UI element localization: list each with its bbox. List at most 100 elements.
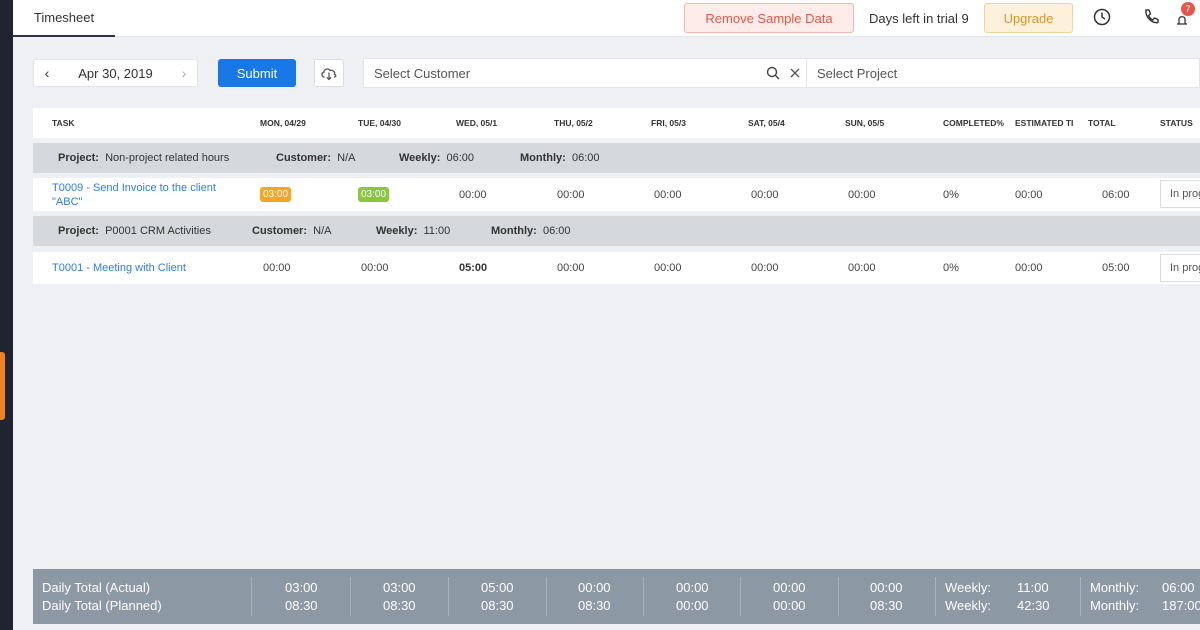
- estimated-cell: 00:00: [1015, 188, 1043, 201]
- date-navigator: ‹ Apr 30, 2019 ›: [33, 59, 198, 87]
- customer-label: Customer:: [252, 225, 308, 237]
- customer-select[interactable]: Select Customer: [363, 58, 807, 88]
- header-thu: THU, 05/2: [554, 118, 593, 128]
- sat-hours-cell[interactable]: 00:00: [751, 178, 779, 211]
- weekly-value: 11:00: [423, 225, 451, 237]
- project-group-row: Project: P0001 CRM Activities Customer: …: [33, 216, 1200, 246]
- sidebar-accent-handle[interactable]: [0, 352, 5, 420]
- cloud-download-icon: [321, 68, 337, 81]
- thu-hours-cell[interactable]: 00:00: [557, 178, 585, 211]
- left-sidebar: [0, 0, 13, 630]
- header-total: TOTAL: [1088, 118, 1116, 128]
- header-sat: SAT, 05/4: [748, 118, 785, 128]
- sun-actual-total: 00:00: [870, 579, 903, 595]
- mon-actual-total: 03:00: [285, 579, 318, 595]
- weekly-planned-label: Weekly:: [945, 597, 991, 613]
- top-bar: Timesheet Remove Sample Data Days left i…: [13, 0, 1200, 37]
- header-wed: WED, 05/1: [456, 118, 498, 128]
- monthly-value: 06:00: [542, 225, 571, 237]
- monthly-actual-total: 06:00: [1162, 579, 1195, 595]
- customer-label: Customer:: [276, 152, 332, 164]
- total-cell: 05:00: [1102, 262, 1130, 274]
- notification-badge: 7: [1181, 2, 1195, 16]
- phone-icon[interactable]: [1141, 7, 1161, 27]
- status-select[interactable]: In progress: [1160, 254, 1200, 282]
- upgrade-button[interactable]: Upgrade: [984, 3, 1073, 33]
- project-group-row: Project: Non-project related hours Custo…: [33, 143, 1200, 173]
- prev-week-icon[interactable]: ‹: [34, 65, 60, 81]
- wed-hours-cell[interactable]: 05:00: [459, 252, 487, 284]
- thu-hours-cell[interactable]: 00:00: [557, 252, 585, 284]
- sun-hours-cell[interactable]: 00:00: [848, 178, 876, 211]
- current-date[interactable]: Apr 30, 2019: [60, 66, 171, 81]
- customer-value: N/A: [337, 152, 356, 164]
- fri-hours-cell[interactable]: 00:00: [654, 252, 682, 284]
- completed-cell: 0%: [943, 262, 959, 274]
- project-value: P0001 CRM Activities: [105, 225, 211, 237]
- weekly-actual-label: Weekly:: [945, 579, 991, 595]
- sat-hours-cell[interactable]: 00:00: [751, 252, 779, 284]
- monthly-label: Monthly:: [491, 225, 537, 237]
- tue-actual-total: 03:00: [383, 579, 416, 595]
- weekly-planned-total: 42:30: [1017, 597, 1050, 613]
- monthly-planned-total: 187:00: [1162, 597, 1200, 613]
- wed-hours-cell[interactable]: 00:00: [459, 178, 487, 211]
- thu-planned-total: 08:30: [578, 597, 611, 613]
- clock-icon[interactable]: [1092, 7, 1112, 27]
- weekly-value: 06:00: [446, 152, 475, 164]
- fri-hours-cell[interactable]: 00:00: [654, 178, 682, 211]
- tab-timesheet[interactable]: Timesheet: [13, 0, 115, 37]
- customer-value: N/A: [313, 225, 332, 237]
- monthly-label: Monthly:: [520, 152, 566, 164]
- header-task: TASK: [52, 118, 75, 128]
- mon-hours-cell[interactable]: 03:00: [260, 187, 292, 202]
- weekly-label: Weekly:: [399, 152, 441, 164]
- fri-planned-total: 00:00: [676, 597, 709, 613]
- sun-hours-cell[interactable]: 00:00: [848, 252, 876, 284]
- weekly-actual-total: 11:00: [1017, 579, 1049, 595]
- search-icon[interactable]: [762, 66, 784, 80]
- project-label: Project:: [58, 225, 99, 237]
- monthly-planned-label: Monthly:: [1090, 597, 1140, 613]
- task-link[interactable]: T0001 - Meeting with Client: [52, 252, 227, 284]
- monthly-actual-label: Monthly:: [1090, 579, 1140, 595]
- submit-button[interactable]: Submit: [218, 59, 296, 87]
- project-select[interactable]: Select Project: [807, 58, 1200, 88]
- trial-days-text: Days left in trial 9: [869, 10, 969, 26]
- cloud-download-button[interactable]: [314, 59, 344, 87]
- clear-icon[interactable]: [784, 67, 806, 79]
- weekly-label: Weekly:: [376, 225, 418, 237]
- project-select-placeholder: Select Project: [817, 65, 898, 81]
- status-select[interactable]: In progress: [1160, 180, 1200, 208]
- table-row: T0009 - Send Invoice to the client "ABC"…: [33, 178, 1200, 211]
- tue-hours-cell[interactable]: 00:00: [361, 252, 389, 284]
- task-link[interactable]: T0009 - Send Invoice to the client "ABC": [52, 178, 227, 211]
- monthly-value: 06:00: [571, 152, 600, 164]
- header-status: STATUS: [1160, 118, 1193, 128]
- customer-select-placeholder: Select Customer: [374, 65, 471, 81]
- header-completed: COMPLETED%: [943, 118, 1004, 128]
- planned-total-label: Daily Total (Planned): [42, 597, 162, 613]
- sat-actual-total: 00:00: [773, 579, 806, 595]
- table-header: TASK MON, 04/29 TUE, 04/30 WED, 05/1 THU…: [33, 108, 1200, 138]
- tue-hours-cell[interactable]: 03:00: [358, 187, 390, 202]
- sun-planned-total: 08:30: [870, 597, 903, 613]
- mon-hours-cell[interactable]: 00:00: [263, 252, 291, 284]
- header-tue: TUE, 04/30: [358, 118, 401, 128]
- project-value: Non-project related hours: [105, 152, 230, 164]
- remove-sample-data-button[interactable]: Remove Sample Data: [684, 3, 854, 33]
- wed-actual-total: 05:00: [481, 579, 514, 595]
- tue-planned-total: 08:30: [383, 597, 416, 613]
- header-estimated: ESTIMATED TI: [1015, 118, 1074, 128]
- table-row: T0001 - Meeting with Client 00:00 00:00 …: [33, 252, 1200, 284]
- total-cell: 06:00: [1102, 188, 1130, 201]
- mon-planned-total: 08:30: [285, 597, 318, 613]
- completed-cell: 0%: [943, 188, 959, 201]
- sat-planned-total: 00:00: [773, 597, 806, 613]
- estimated-cell: 00:00: [1015, 262, 1043, 274]
- header-sun: SUN, 05/5: [845, 118, 885, 128]
- wed-planned-total: 08:30: [481, 597, 514, 613]
- thu-actual-total: 00:00: [578, 579, 611, 595]
- next-week-icon[interactable]: ›: [171, 65, 197, 81]
- header-fri: FRI, 05/3: [651, 118, 686, 128]
